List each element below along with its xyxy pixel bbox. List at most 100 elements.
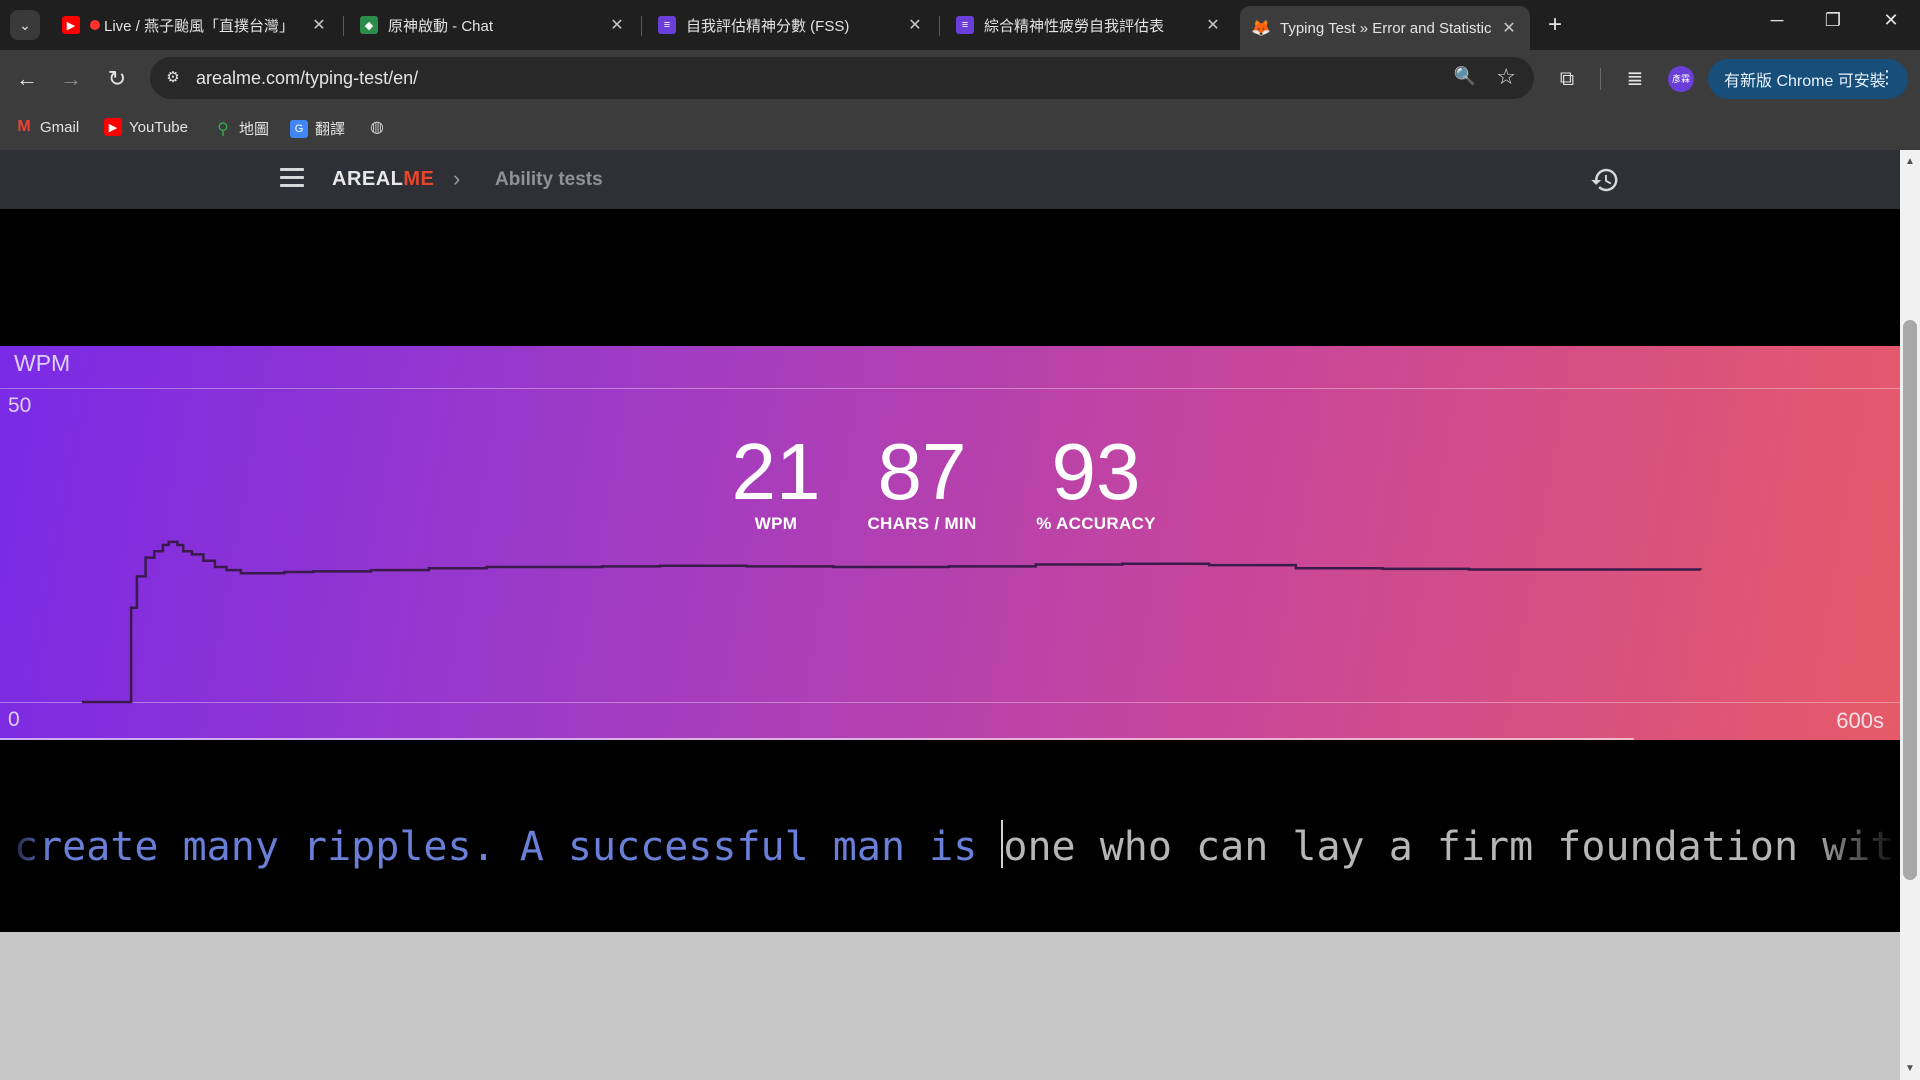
scrollbar-thumb[interactable] bbox=[1903, 320, 1917, 880]
plus-icon: + bbox=[1547, 11, 1562, 38]
page-viewport: AREALME › Ability tests WPM 50 0 600s 21… bbox=[0, 150, 1900, 1080]
youtube-icon: ▶ bbox=[62, 16, 80, 34]
tab-youtube-live[interactable]: ▶ Live / 燕子颱風「直撲台灣」 ✕ bbox=[50, 8, 340, 42]
fox-icon: 🦊 bbox=[1251, 20, 1271, 37]
more-vert-icon: ⋮ bbox=[1878, 67, 1896, 87]
tab-title: 綜合精神性疲勞自我評估表 bbox=[984, 17, 1165, 35]
arrow-right-icon: → bbox=[60, 66, 82, 91]
close-icon[interactable]: ✕ bbox=[906, 15, 924, 35]
tab-search-button[interactable]: ⌄ bbox=[10, 10, 40, 40]
accuracy-stat: 93 % ACCURACY bbox=[1026, 432, 1166, 534]
reload-icon: ↻ bbox=[107, 66, 127, 91]
bookmark-translate[interactable]: G 翻譯 bbox=[290, 118, 345, 139]
site-header: AREALME › Ability tests bbox=[0, 150, 1900, 209]
tab-typing-test[interactable]: 🦊 Typing Test » Error and Statistics ✕ bbox=[1240, 6, 1530, 50]
media-queue-icon[interactable]: ≣ bbox=[1620, 64, 1650, 94]
fade-right bbox=[1810, 740, 1900, 932]
chevron-right-icon: › bbox=[453, 166, 461, 191]
minimize-icon: ─ bbox=[1770, 10, 1784, 30]
cpm-stat: 87 CHARS / MIN bbox=[858, 432, 986, 534]
typing-text-line: create many ripples. A successful man is… bbox=[14, 820, 1900, 870]
close-icon[interactable]: ✕ bbox=[1500, 18, 1518, 38]
new-tab-button[interactable]: + bbox=[1542, 12, 1568, 38]
address-bar[interactable]: ⚙ arealme.com/typing-test/en/ 🔍 ☆ bbox=[150, 57, 1534, 99]
tab-fatigue-form[interactable]: ≡ 綜合精神性疲勞自我評估表 ✕ bbox=[944, 8, 1234, 42]
tab-separator bbox=[641, 16, 642, 36]
bookmark-globe[interactable]: ◍ bbox=[368, 118, 393, 136]
close-icon[interactable]: ✕ bbox=[1204, 15, 1222, 35]
tab-title: 原神啟動 - Chat bbox=[388, 17, 494, 35]
back-button[interactable]: ← bbox=[12, 64, 42, 94]
tab-fss-form[interactable]: ≡ 自我評估精神分數 (FSS) ✕ bbox=[646, 8, 936, 42]
chevron-down-icon: ⌄ bbox=[19, 16, 31, 33]
update-button-label: 有新版 Chrome 可安裝 bbox=[1724, 73, 1886, 90]
wpm-label: WPM bbox=[754, 514, 798, 533]
close-icon[interactable]: ✕ bbox=[608, 15, 626, 35]
bookmark-maps[interactable]: ⚲ 地圖 bbox=[214, 118, 269, 139]
bookmark-label: 地圖 bbox=[239, 121, 270, 138]
fade-left bbox=[0, 740, 50, 932]
forward-button[interactable]: → bbox=[56, 64, 86, 94]
url-text[interactable]: arealme.com/typing-test/en/ bbox=[196, 68, 418, 89]
wpm-value: 21 bbox=[731, 427, 821, 516]
youtube-icon: ▶ bbox=[104, 118, 122, 136]
bookmark-label: Gmail bbox=[40, 118, 80, 136]
restore-button[interactable]: ❐ bbox=[1818, 10, 1848, 31]
live-dot-icon bbox=[90, 20, 100, 30]
bookmark-label: 翻譯 bbox=[315, 121, 346, 138]
translate-icon: G bbox=[290, 119, 308, 138]
bookmark-youtube[interactable]: ▶ YouTube bbox=[104, 118, 188, 136]
untyped-text: one who can lay a firm foundation with t… bbox=[1003, 824, 1900, 870]
chrome-update-button[interactable]: 有新版 Chrome 可安裝 ⋮ bbox=[1708, 59, 1908, 99]
scroll-down-icon[interactable]: ▼ bbox=[1905, 1063, 1915, 1074]
wpm-series-line bbox=[82, 540, 1702, 704]
tab-separator bbox=[343, 16, 344, 36]
browser-toolbar: ← → ↻ ⚙ arealme.com/typing-test/en/ 🔍 ☆ … bbox=[0, 50, 1920, 108]
minimize-button[interactable]: ─ bbox=[1762, 10, 1792, 31]
arrow-left-icon: ← bbox=[16, 66, 38, 91]
bookmarks-bar: M Gmail ▶ YouTube ⚲ 地圖 G 翻譯 ◍ bbox=[0, 108, 1920, 150]
cpm-label: CHARS / MIN bbox=[867, 514, 977, 533]
tab-strip: ⌄ ▶ Live / 燕子颱風「直撲台灣」 ✕ ◆ 原神啟動 - Chat ✕ … bbox=[0, 0, 1920, 50]
bookmark-label: YouTube bbox=[129, 118, 188, 136]
close-window-button[interactable]: ✕ bbox=[1876, 10, 1906, 31]
maps-icon: ⚲ bbox=[217, 120, 229, 138]
cpm-value: 87 bbox=[877, 427, 967, 516]
tab-title: Typing Test » Error and Statistics bbox=[1280, 19, 1492, 37]
wpm-chart: WPM 50 0 600s 21 WPM 87 CHARS / MIN 93 %… bbox=[0, 346, 1900, 740]
forms-icon: ≡ bbox=[956, 16, 974, 34]
page-scrollbar[interactable]: ▲ ▼ bbox=[1900, 150, 1920, 1080]
scroll-up-icon[interactable]: ▲ bbox=[1905, 156, 1915, 167]
tab-separator bbox=[939, 16, 940, 36]
restore-icon: ❐ bbox=[1824, 10, 1842, 30]
site-logo[interactable]: AREALME bbox=[332, 168, 434, 191]
wpm-stat: 21 WPM bbox=[722, 432, 830, 534]
spacer-band bbox=[0, 209, 1900, 346]
tab-title: Live / 燕子颱風「直撲台灣」 bbox=[104, 17, 295, 35]
breadcrumb[interactable]: Ability tests bbox=[495, 169, 603, 191]
close-icon: ✕ bbox=[1883, 10, 1899, 30]
gmail-icon: M bbox=[17, 118, 31, 135]
history-icon[interactable] bbox=[1590, 165, 1620, 195]
tab-chat[interactable]: ◆ 原神啟動 - Chat ✕ bbox=[348, 8, 638, 42]
menu-icon[interactable] bbox=[280, 168, 304, 188]
reload-button[interactable]: ↻ bbox=[102, 64, 132, 94]
accuracy-value: 93 bbox=[1051, 427, 1141, 516]
wpm-line-plot bbox=[82, 540, 1702, 704]
close-icon[interactable]: ✕ bbox=[310, 15, 328, 35]
typed-text: create many ripples. A successful man is bbox=[14, 824, 1002, 870]
zoom-icon[interactable]: 🔍 bbox=[1454, 66, 1476, 87]
typing-area[interactable]: create many ripples. A successful man is… bbox=[0, 740, 1900, 932]
tab-title: 自我評估精神分數 (FSS) bbox=[686, 17, 850, 35]
accuracy-label: % ACCURACY bbox=[1036, 514, 1156, 533]
forms-icon: ≡ bbox=[658, 16, 676, 34]
chat-icon: ◆ bbox=[360, 16, 378, 34]
logo-text-left: AREAL bbox=[332, 168, 404, 190]
bookmark-gmail[interactable]: M Gmail bbox=[15, 118, 79, 136]
toolbar-divider bbox=[1600, 68, 1601, 90]
site-settings-icon[interactable]: ⚙ bbox=[162, 67, 184, 89]
avatar[interactable]: 彥霖 bbox=[1668, 66, 1694, 92]
star-icon[interactable]: ☆ bbox=[1496, 64, 1516, 90]
logo-text-right: ME bbox=[403, 168, 435, 190]
extensions-icon[interactable]: ⧉ bbox=[1552, 64, 1582, 94]
